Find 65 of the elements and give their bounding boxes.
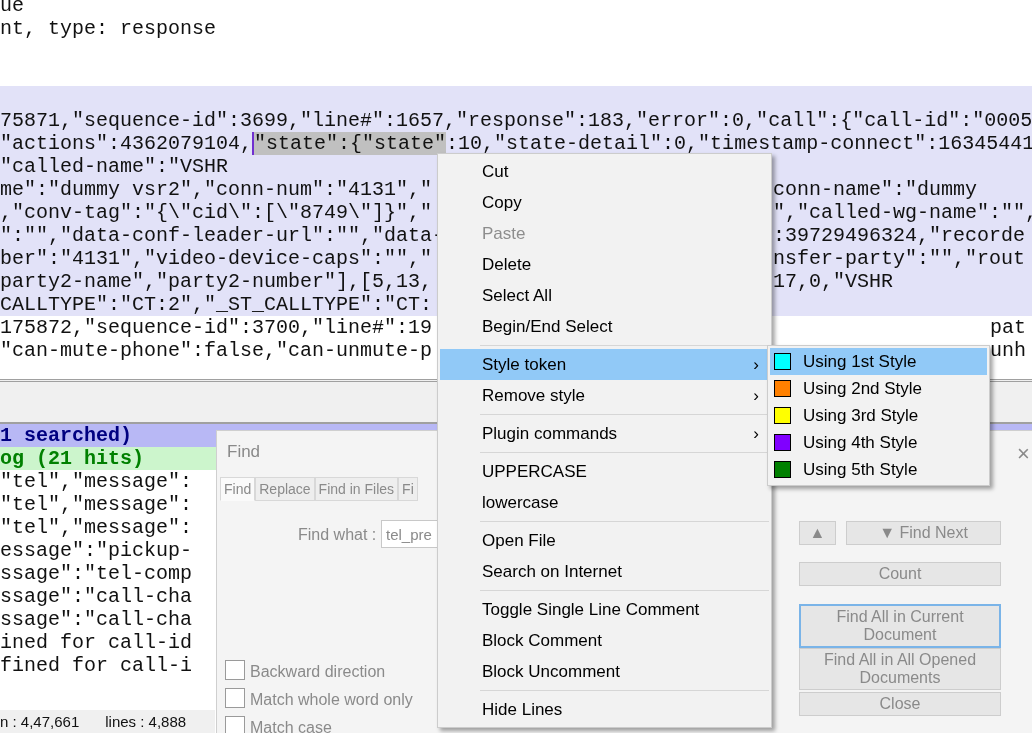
menu-item[interactable]: Copy — [440, 187, 769, 218]
search-hit-line[interactable]: fined for call-i — [0, 654, 193, 677]
search-hit-line[interactable]: "tel","message": — [0, 470, 193, 493]
code-text: nsfer-party":"","rout — [773, 247, 1026, 270]
menu-item[interactable]: Block Comment — [440, 625, 769, 656]
code-text: ber":"4131","video-device-caps":""," — [0, 247, 433, 270]
menu-item[interactable]: Toggle Single Line Comment — [440, 594, 769, 625]
search-hit-line[interactable]: ssage":"call-cha — [0, 608, 193, 631]
menu-item[interactable]: Using 3rd Style — [770, 402, 987, 429]
code-text: party2-name","party2-number"],[5,13, — [0, 270, 433, 293]
checkbox-label: Match whole word only — [250, 690, 413, 710]
code-text: "called-name":"VSHR — [0, 155, 229, 178]
menu-item[interactable]: Cut — [440, 156, 769, 187]
code-text: ue — [0, 0, 24, 17]
chevron-icon: › — [753, 349, 759, 380]
code-text: pat — [990, 316, 1026, 339]
dialog-title: Find — [227, 441, 261, 463]
menu-item[interactable]: Block Uncomment — [440, 656, 769, 687]
code-text: 175872,"sequence-id":3700,"line#":19 — [0, 316, 433, 339]
code-text: 75871,"sequence-id":3699,"line#":1657,"response":183,"error":0,"call":{"call-id":"0005 — [0, 109, 1032, 132]
code-text: 17,0,"VSHR — [773, 270, 894, 293]
field-label: Find what : — [298, 525, 377, 545]
status-text: lines : 4,888 — [105, 712, 187, 732]
code-text: "actions":4362079104, — [0, 132, 253, 155]
menu-item[interactable]: Hide Lines — [440, 694, 769, 725]
code-text: CALLTYPE":"CT:2","_ST_CALLTYPE":"CT: — [0, 293, 433, 316]
chevron-icon: › — [753, 418, 759, 449]
menu-item[interactable]: Remove style › — [440, 380, 769, 411]
checkbox-label: Match case — [250, 718, 332, 733]
code-text: ","called-wg-name":"", — [773, 201, 1032, 224]
chevron-icon: › — [753, 380, 759, 411]
checkbox-label: Backward direction — [250, 662, 386, 682]
code-text: conn-name":"dummy — [773, 178, 978, 201]
code-text: ,"conv-tag":"{\"cid\":[\"8749\"]}"," — [0, 201, 433, 224]
code-text: me":"dummy vsr2","conn-num":"4131"," — [0, 178, 433, 201]
search-hit-line[interactable]: "tel","message": — [0, 516, 193, 539]
menu-item[interactable]: Style token › — [440, 349, 769, 380]
menu-item[interactable]: Delete — [440, 249, 769, 280]
search-hit-line[interactable]: ssage":"tel-comp — [0, 562, 193, 585]
selected-text: "state":{"state" — [252, 132, 447, 155]
code-text: :39729496324,"recorde — [773, 224, 1026, 247]
status-text: n : 4,47,661 — [0, 712, 80, 732]
menu-item[interactable]: Open File — [440, 525, 769, 556]
menu-item[interactable]: lowercase — [440, 487, 769, 518]
menu-item[interactable]: Search on Internet — [440, 556, 769, 587]
search-summary: 1 searched) — [0, 424, 133, 447]
search-hit-line[interactable]: ssage":"call-cha — [0, 585, 193, 608]
checkbox[interactable] — [225, 660, 245, 680]
checkbox[interactable] — [225, 716, 245, 733]
menu-item[interactable]: Begin/End Select — [440, 311, 769, 342]
menu-item[interactable]: Plugin commands › — [440, 418, 769, 449]
menu-item[interactable]: Using 4th Style — [770, 429, 987, 456]
search-hit-line[interactable]: essage":"pickup- — [0, 539, 193, 562]
menu-item[interactable]: Using 2nd Style — [770, 375, 987, 402]
menu-item[interactable]: Select All — [440, 280, 769, 311]
file-hits-header: og (21 hits) — [0, 447, 145, 470]
checkbox[interactable] — [225, 688, 245, 708]
code-text: "can-mute-phone":false,"can-unmute-p — [0, 339, 433, 362]
search-hit-line[interactable]: "tel","message": — [0, 493, 193, 516]
menu-item[interactable]: Using 1st Style — [770, 348, 987, 375]
code-text: unh — [990, 339, 1026, 362]
menu-item[interactable]: UPPERCASE — [440, 456, 769, 487]
menu-item[interactable]: Using 5th Style — [770, 456, 987, 483]
code-text: nt, type: response — [0, 17, 217, 40]
search-hit-line[interactable]: ined for call-id — [0, 631, 193, 654]
